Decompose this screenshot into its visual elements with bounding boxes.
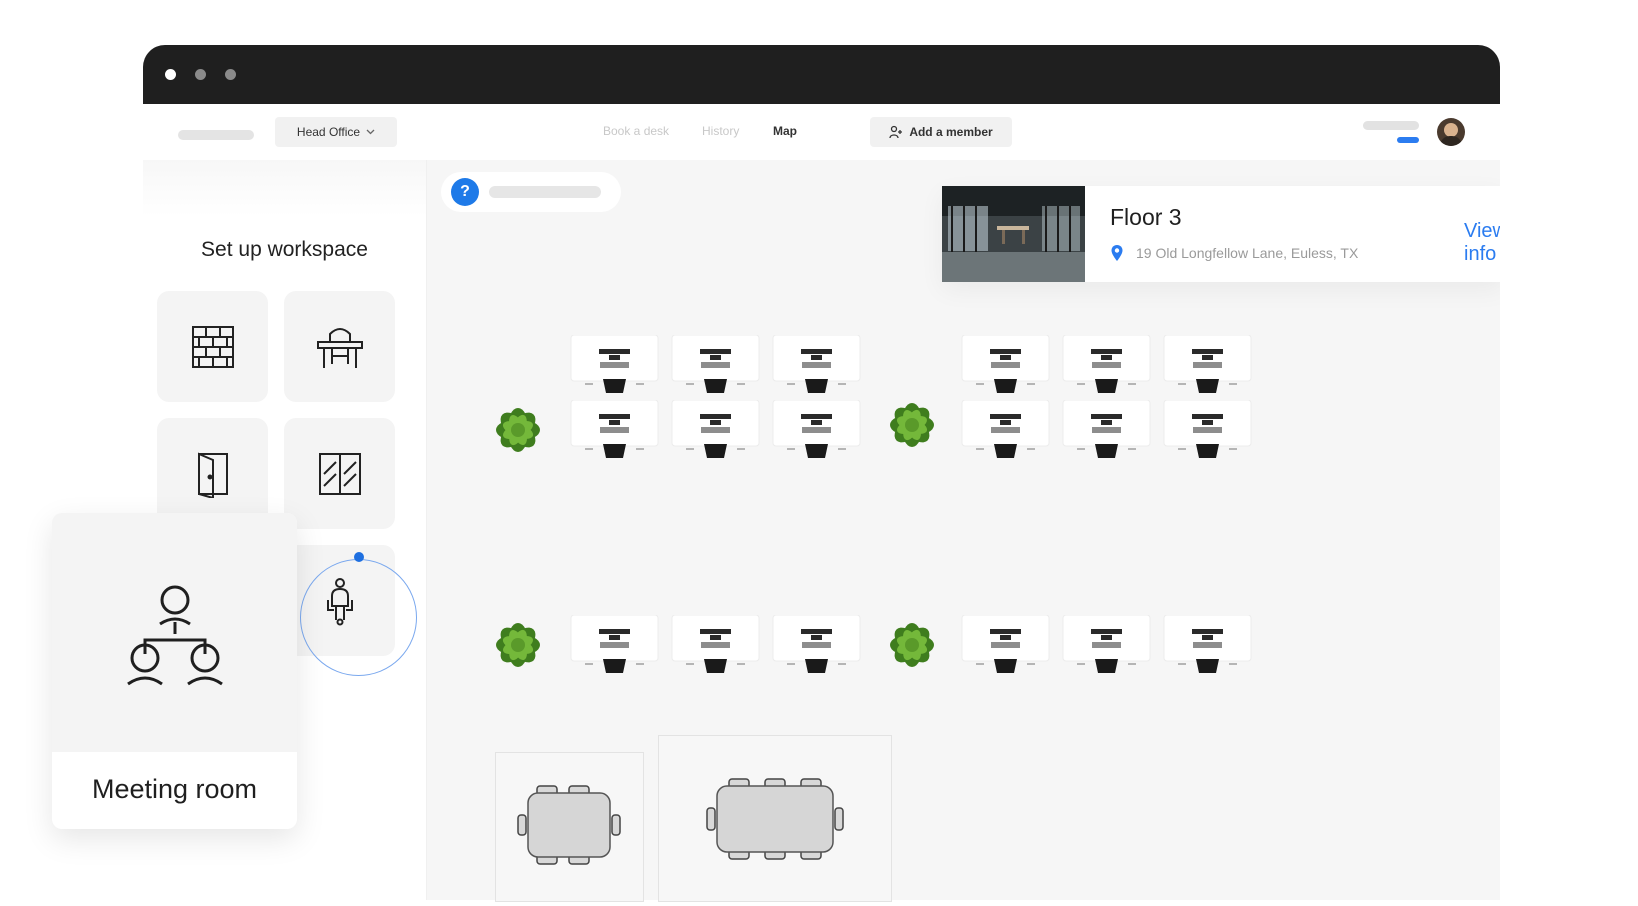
desk[interactable] (771, 615, 862, 684)
sidebar-header-strip (143, 160, 426, 216)
tool-window[interactable] (284, 418, 395, 529)
chevron-down-icon (366, 129, 375, 135)
add-member-label: Add a member (909, 125, 993, 139)
meeting-table-icon (517, 785, 621, 865)
help-icon[interactable]: ? (451, 178, 479, 206)
nav-book-a-desk[interactable]: Book a desk (603, 124, 669, 138)
plant-icon (483, 610, 553, 680)
floor-title: Floor 3 (1110, 204, 1182, 230)
tool-wall[interactable] (157, 291, 268, 402)
floor-photo (942, 186, 1085, 282)
help-pill[interactable]: ? (441, 172, 621, 212)
desk-selected[interactable] (569, 615, 660, 684)
desk[interactable] (960, 335, 1051, 404)
nav-history[interactable]: History (702, 124, 739, 138)
desk[interactable] (960, 400, 1051, 469)
location-pin-icon (1111, 245, 1123, 261)
desk[interactable] (1162, 400, 1253, 469)
desk[interactable] (569, 400, 660, 469)
office-dropdown[interactable]: Head Office (275, 117, 397, 147)
floor-address: 19 Old Longfellow Lane, Euless, TX (1136, 245, 1359, 261)
office-dropdown-label: Head Office (296, 125, 361, 139)
desk[interactable] (771, 400, 862, 469)
view-info-link[interactable]: View info (1464, 220, 1500, 266)
desk[interactable] (1061, 615, 1152, 684)
rotate-handle[interactable] (354, 552, 364, 562)
meeting-room-tool-card[interactable]: Meeting room (52, 513, 297, 829)
selection-ring[interactable] (300, 559, 417, 676)
desk[interactable] (1061, 335, 1152, 404)
logo-placeholder (178, 130, 254, 140)
window-title-bar (143, 45, 1500, 104)
sidebar-title: Set up workspace (201, 238, 368, 261)
meeting-room-label: Meeting room (91, 774, 258, 804)
window-dot-close[interactable] (165, 69, 176, 80)
wall-icon (191, 325, 234, 368)
desk[interactable] (670, 400, 761, 469)
desk[interactable] (1162, 335, 1253, 404)
door-icon (197, 451, 228, 498)
desk[interactable] (1162, 615, 1253, 684)
desk[interactable] (569, 335, 660, 404)
add-member-button[interactable]: Add a member (870, 117, 1012, 147)
meeting-table-icon (706, 778, 844, 860)
user-name-placeholder (1363, 121, 1419, 130)
desk[interactable] (1061, 400, 1152, 469)
tool-desk[interactable] (284, 291, 395, 402)
desk[interactable] (670, 335, 761, 404)
desk-icon (316, 327, 363, 368)
plant-icon (877, 390, 947, 460)
window-dot-minimize[interactable] (195, 69, 206, 80)
desk[interactable] (960, 615, 1051, 684)
user-status-indicator (1397, 137, 1419, 143)
plant-icon (483, 395, 553, 465)
window-dot-maximize[interactable] (225, 69, 236, 80)
nav-map[interactable]: Map (773, 124, 797, 138)
top-navigation: Head Office Book a desk History Map Add … (143, 104, 1500, 160)
help-text-placeholder (489, 186, 601, 198)
plant-icon (877, 610, 947, 680)
floor-info-card: Floor 3 19 Old Longfellow Lane, Euless, … (942, 186, 1500, 282)
meeting-room-large[interactable] (658, 735, 892, 902)
avatar[interactable] (1437, 118, 1465, 146)
desk[interactable] (771, 335, 862, 404)
meeting-room-icon (126, 585, 223, 685)
window-icon (318, 452, 361, 495)
desk[interactable] (670, 615, 761, 684)
meeting-room-small[interactable] (495, 752, 644, 902)
add-user-icon (889, 125, 903, 139)
